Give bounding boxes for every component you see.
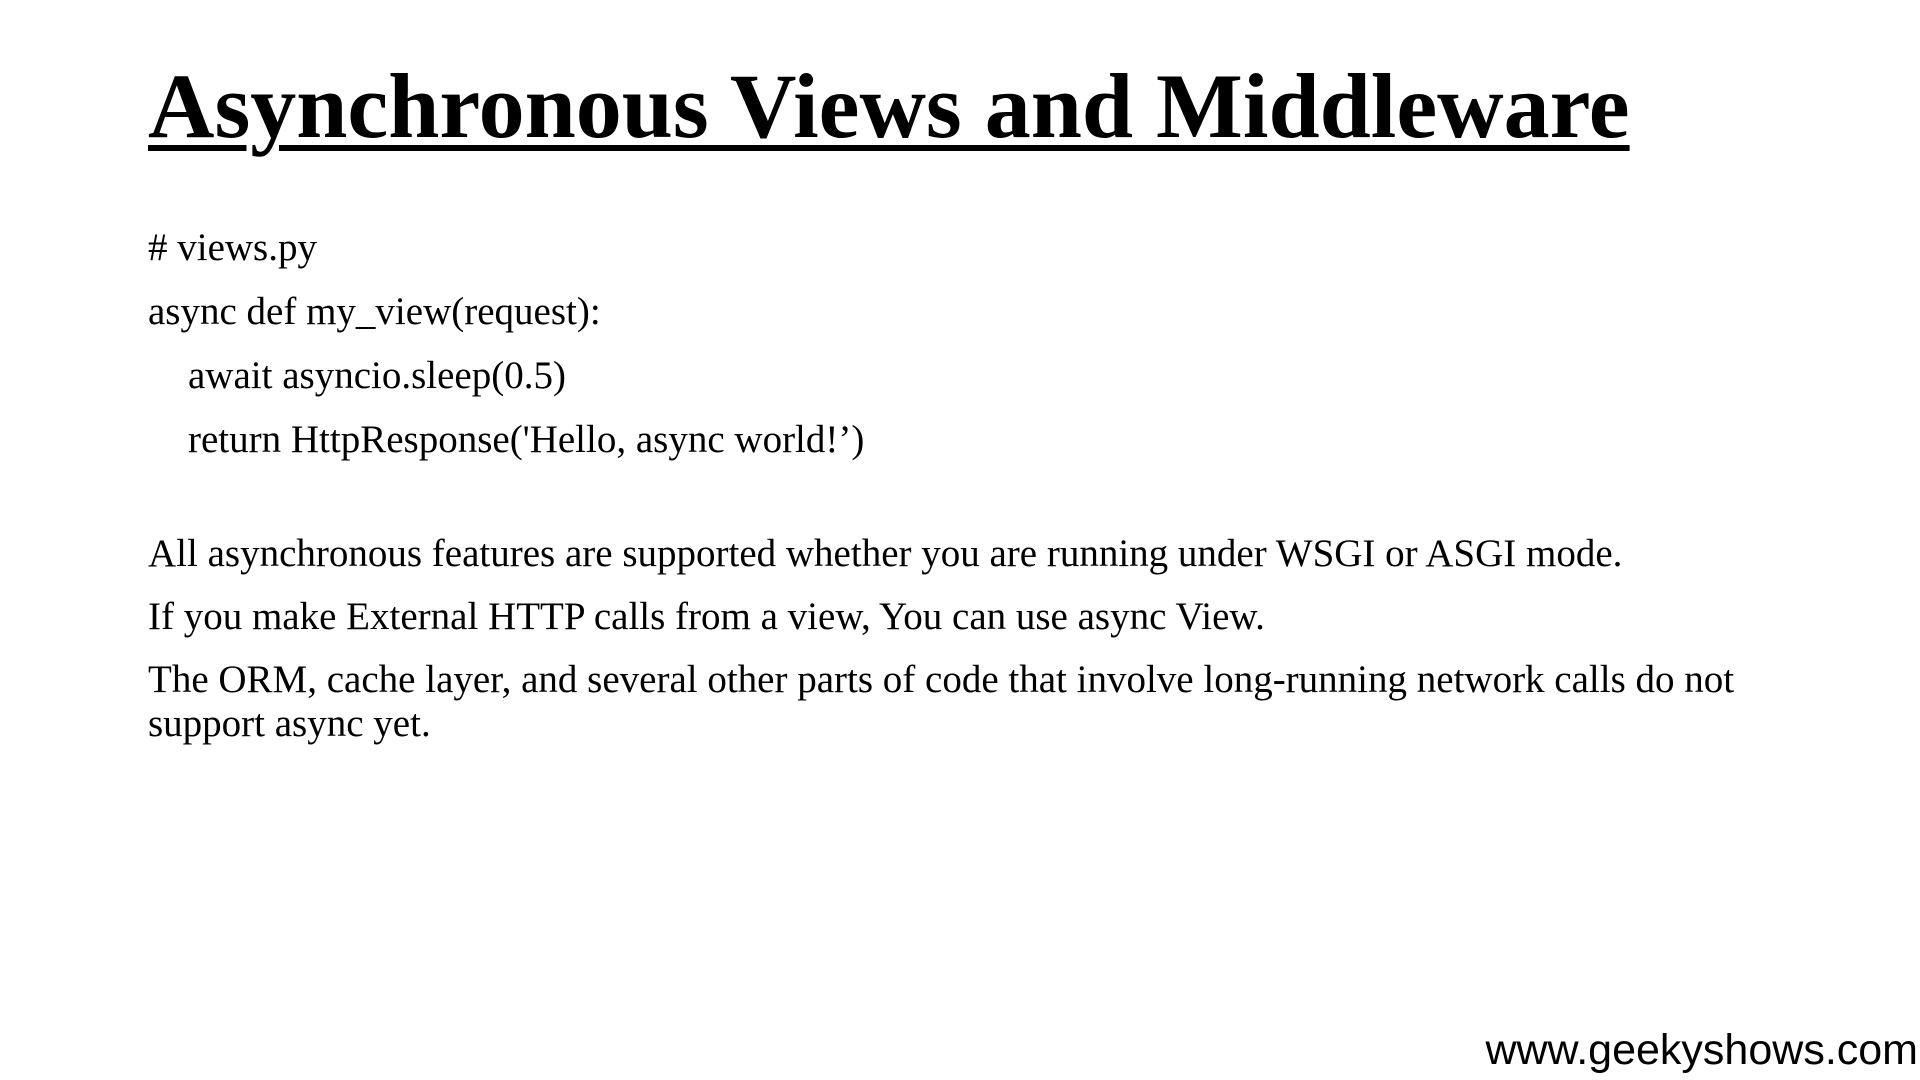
code-line-await: await asyncio.sleep(0.5) [188, 354, 566, 397]
note-external-http: If you make External HTTP calls from a v… [148, 595, 1265, 638]
slide-title: Asynchronous Views and Middleware [148, 55, 1630, 157]
code-line-comment: # views.py [148, 226, 317, 269]
code-snippet: # views.py async def my_view(request): a… [148, 216, 864, 472]
footer-website: www.geekyshows.com [1485, 1025, 1918, 1074]
code-line-return: return HttpResponse('Hello, async world!… [188, 418, 865, 461]
note-wsgi-asgi: All asynchronous features are supported … [148, 532, 1623, 575]
notes-list: All asynchronous features are supported … [148, 532, 1798, 765]
code-line-def: async def my_view(request): [148, 290, 601, 333]
slide: Asynchronous Views and Middleware # view… [0, 0, 1920, 1080]
note-orm-limitation: The ORM, cache layer, and several other … [148, 658, 1735, 745]
